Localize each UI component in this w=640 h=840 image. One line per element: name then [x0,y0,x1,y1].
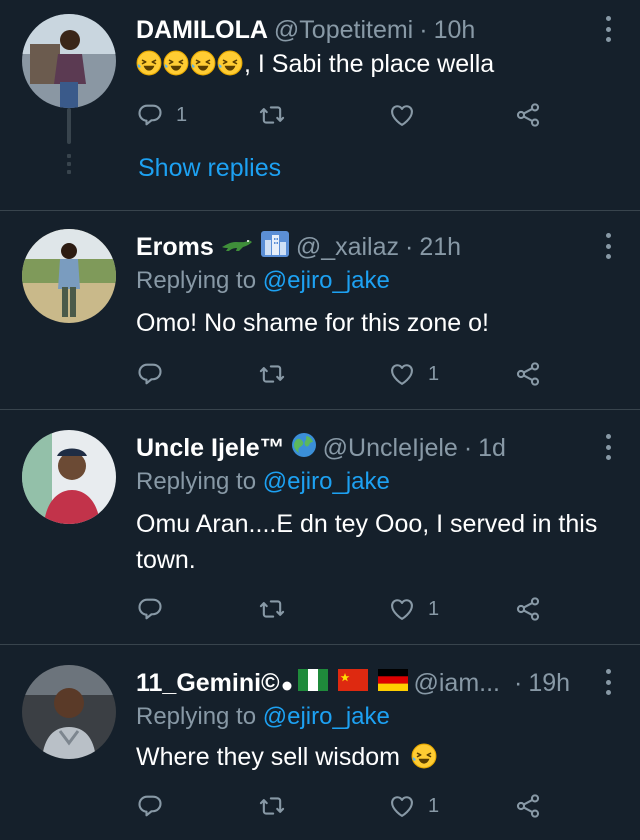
tweet-header: DAMILOLA @Topetitemi · 10h [136,12,584,48]
timestamp[interactable]: 1d [478,434,506,463]
reply-button[interactable]: 1 [136,100,187,130]
user-handle[interactable]: @_xailaz [296,233,399,262]
like-count: 1 [428,597,440,620]
china-flag-icon [337,668,368,698]
tweet-damilola[interactable]: DAMILOLA @Topetitemi · 10h , I Sabi the … [0,0,640,210]
action-bar: 1 [136,100,556,130]
reply-icon [136,595,164,623]
replying-label: Replying to [136,468,257,495]
display-name[interactable]: DAMILOLA [136,16,268,45]
like-icon [388,792,416,820]
like-icon [388,595,416,623]
replying-to: Replying to @ejiro_jake [136,703,390,731]
reply-button[interactable] [136,791,176,821]
reply-button[interactable] [136,594,176,624]
replying-label: Replying to [136,703,257,730]
tweet-body: Omu Aran....E dn tey Ooo, I served in th… [136,510,598,574]
like-icon [388,360,416,388]
more-icon[interactable] [604,233,612,259]
share-button[interactable] [514,791,542,821]
replying-label: Replying to [136,267,257,294]
separator: · [419,15,428,44]
tweet-header: Uncle Ijele™ @UncleIjele · 1d [136,430,584,466]
city-emoji-icon [260,230,290,265]
tweet-text: , I Sabi the place wella [244,50,495,78]
like-button[interactable] [388,100,428,130]
germany-flag-icon [377,668,408,698]
tweet-body: Where they sell wisdom [136,739,612,775]
like-button[interactable]: 1 [388,791,439,821]
display-name[interactable]: Uncle Ijele™ [136,434,285,463]
like-icon [388,101,416,129]
reply-icon [136,792,164,820]
user-handle[interactable]: @iam... [414,669,501,698]
more-icon[interactable] [604,16,612,42]
tweet-body: Omo! No shame for this zone o! [136,309,489,337]
retweet-button[interactable] [258,594,298,624]
retweet-button[interactable] [258,791,298,821]
crocodile-emoji-icon [220,233,254,262]
user-handle[interactable]: @UncleIjele [323,434,458,463]
share-button[interactable] [514,594,542,624]
separator: · [463,433,473,462]
mention-link[interactable]: @ejiro_jake [263,267,390,294]
timestamp[interactable]: 21h [419,233,461,262]
user-handle[interactable]: @Topetitemi [274,16,413,45]
reply-icon [136,101,164,129]
share-icon [514,792,542,820]
replying-to: Replying to @ejiro_jake [136,267,390,295]
tweet-text: Where they sell wisdom [136,743,400,771]
reply-icon [136,360,164,388]
replying-to: Replying to @ejiro_jake [136,468,390,496]
share-icon [514,595,542,623]
mention-link[interactable]: @ejiro_jake [263,468,390,495]
action-bar: 1 [136,791,556,821]
retweet-icon [258,101,286,129]
action-bar: 1 [136,359,556,389]
reply-button[interactable] [136,359,176,389]
separator: · [405,232,414,261]
thread-dots [66,154,72,178]
retweet-icon [258,360,286,388]
retweet-icon [258,595,286,623]
display-name[interactable]: Eroms [136,233,214,262]
nigeria-flag-icon [297,668,328,698]
laughing-emoji-icon [136,50,244,78]
thread-line [67,108,71,144]
show-replies-link[interactable]: Show replies [138,154,281,183]
tweet-gemini[interactable]: 11_Gemini© @iam... · 19h Replying to @ej… [0,645,640,840]
like-button[interactable]: 1 [388,594,439,624]
tweet-header: 11_Gemini© @iam... · 19h [136,665,584,701]
more-icon[interactable] [604,434,612,460]
mention-link[interactable]: @ejiro_jake [263,703,390,730]
reply-count: 1 [176,103,188,126]
laughing-emoji-icon [411,743,437,769]
display-name[interactable]: 11_Gemini© [136,669,280,698]
timestamp[interactable]: 10h [434,16,476,45]
tweet-eroms[interactable]: Eroms @_xailaz · 21h Replying to @ejiro_… [0,211,640,409]
more-icon[interactable] [604,669,612,695]
tweet-header: Eroms @_xailaz · 21h [136,229,584,265]
share-button[interactable] [514,100,542,130]
share-icon [514,360,542,388]
avatar[interactable] [22,665,116,759]
tweet-uncle-ijele[interactable]: Uncle Ijele™ @UncleIjele · 1d Replying t… [0,410,640,644]
separator: · [514,668,523,697]
tweet-body: , I Sabi the place wella [136,46,612,82]
retweet-button[interactable] [258,100,298,130]
avatar[interactable] [22,430,116,524]
share-button[interactable] [514,359,542,389]
globe-emoji-icon [291,432,317,465]
retweet-icon [258,792,286,820]
bullet-dot [282,669,292,698]
avatar[interactable] [22,14,116,108]
avatar[interactable] [22,229,116,323]
timestamp[interactable]: 19h [528,669,570,698]
like-button[interactable]: 1 [388,359,439,389]
like-count: 1 [428,362,440,385]
share-icon [514,101,542,129]
like-count: 1 [428,794,440,817]
retweet-button[interactable] [258,359,298,389]
action-bar: 1 [136,594,556,624]
